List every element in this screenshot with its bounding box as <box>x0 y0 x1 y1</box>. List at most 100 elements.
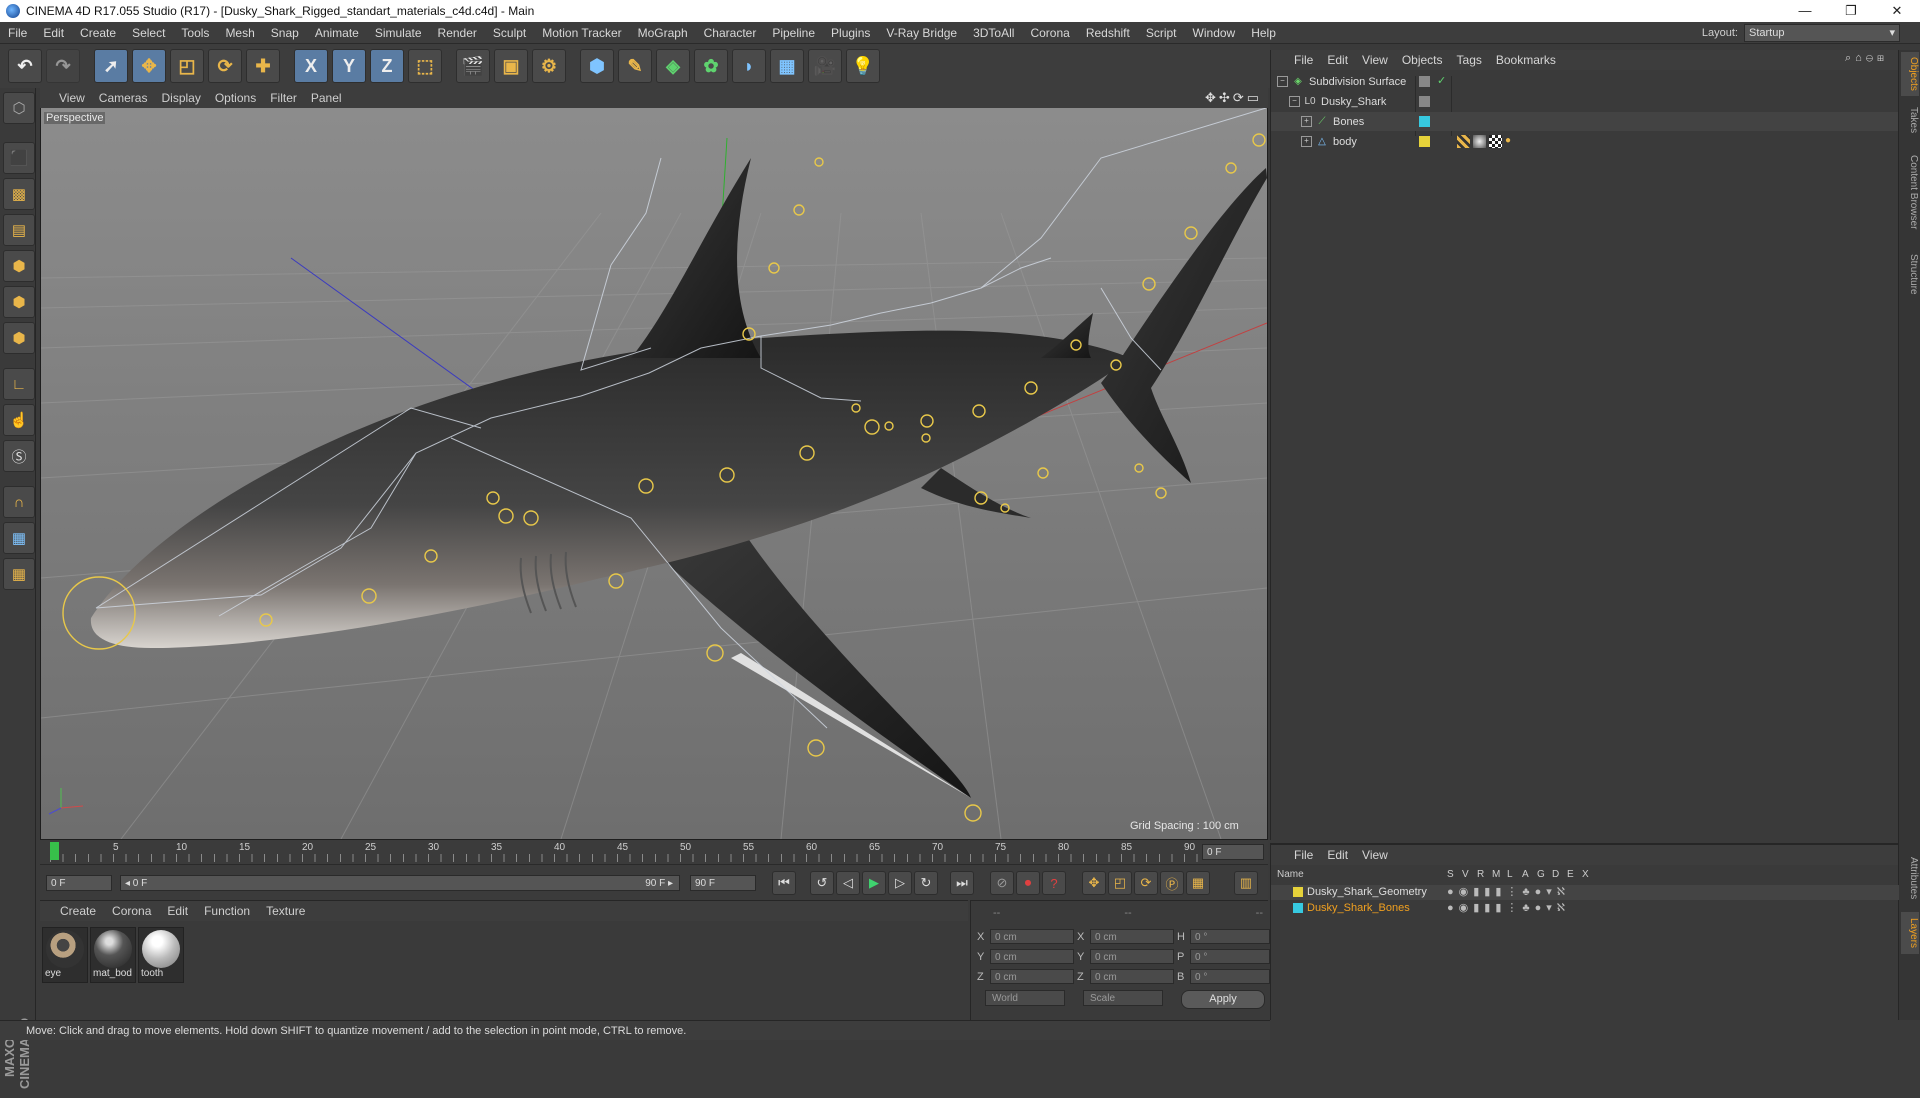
objects-menu-file[interactable]: File <box>1287 53 1320 67</box>
menu-file[interactable]: File <box>0 22 35 44</box>
menu-redshift[interactable]: Redshift <box>1078 22 1138 44</box>
coordinate-system-icon[interactable]: ⬚ <box>408 49 442 83</box>
deformer-icon[interactable]: ◗ <box>732 49 766 83</box>
go-to-next-key-icon[interactable]: ↻ <box>914 871 938 895</box>
objects-menu-bookmarks[interactable]: Bookmarks <box>1489 53 1563 67</box>
object-manager-search-icon[interactable]: ⌕⌂⊖⊞ <box>1845 52 1888 65</box>
layer-checkbox[interactable] <box>1419 96 1430 107</box>
viewport-scene[interactable] <box>41 108 1267 839</box>
layout-dropdown[interactable]: Startup <box>1744 24 1900 42</box>
position-x-field[interactable]: 0 cm <box>990 929 1074 944</box>
lock-workplane-icon[interactable]: ▦ <box>3 522 35 554</box>
object-row-bones[interactable]: + ⟋ Bones <box>1271 112 1920 131</box>
menu-animate[interactable]: Animate <box>307 22 367 44</box>
render-view-icon[interactable]: 🎬 <box>456 49 490 83</box>
menu-mograph[interactable]: MoGraph <box>630 22 696 44</box>
layer-flags-icons[interactable]: ●◉▮▮▮⋮♣●▾ℵ <box>1447 901 1570 914</box>
material-swatch-body[interactable]: mat_bod <box>90 927 136 983</box>
make-editable-icon[interactable]: ⬡ <box>3 92 35 124</box>
menu-edit[interactable]: Edit <box>35 22 72 44</box>
layer-color-swatch[interactable] <box>1293 887 1303 897</box>
size-z-field[interactable]: 0 cm <box>1090 969 1174 984</box>
key-position-icon[interactable]: ✥ <box>1082 871 1106 895</box>
polygons-mode-icon[interactable]: ⬢ <box>3 322 35 354</box>
current-frame-field[interactable]: 0 F <box>1202 844 1264 860</box>
timeline-window-icon[interactable]: ▥ <box>1234 871 1258 895</box>
material-tag-icon[interactable] <box>1473 135 1486 148</box>
cloner-icon[interactable]: ✿ <box>694 49 728 83</box>
menu-render[interactable]: Render <box>430 22 485 44</box>
tweak-mode-icon[interactable]: ☝ <box>3 404 35 436</box>
render-picture-viewer-icon[interactable]: ▣ <box>494 49 528 83</box>
apply-button[interactable]: Apply <box>1181 990 1265 1009</box>
expand-toggle[interactable]: + <box>1301 136 1312 147</box>
objects-menu-edit[interactable]: Edit <box>1320 53 1355 67</box>
light-icon[interactable]: 💡 <box>846 49 880 83</box>
live-selection-icon[interactable]: ➚ <box>94 49 128 83</box>
texture-mode-icon[interactable]: ▩ <box>3 178 35 210</box>
menu-character[interactable]: Character <box>696 22 765 44</box>
start-frame-field[interactable]: 0 F <box>46 875 112 891</box>
undo-icon[interactable]: ↶ <box>8 49 42 83</box>
viewport-menu-display[interactable]: Display <box>154 91 207 105</box>
key-parameter-icon[interactable]: Ⓟ <box>1160 871 1184 895</box>
scale-dropdown[interactable]: Scale <box>1083 990 1163 1006</box>
end-frame-field[interactable]: 90 F <box>690 875 756 891</box>
skin-tag-icon[interactable]: ● <box>1505 135 1518 148</box>
scale-icon[interactable]: ◰ <box>170 49 204 83</box>
edges-mode-icon[interactable]: ⬢ <box>3 286 35 318</box>
texture-tag-icon[interactable] <box>1489 135 1502 148</box>
maximize-button[interactable]: ❐ <box>1828 0 1874 22</box>
camera-icon[interactable]: 🎥 <box>808 49 842 83</box>
menu-mesh[interactable]: Mesh <box>217 22 262 44</box>
expand-toggle[interactable]: + <box>1301 116 1312 127</box>
keyframe-selection-icon[interactable]: ? <box>1042 871 1066 895</box>
layers-menu-edit[interactable]: Edit <box>1320 848 1355 862</box>
menu-vray-bridge[interactable]: V-Ray Bridge <box>878 22 965 44</box>
collapse-toggle[interactable]: − <box>1277 76 1288 87</box>
material-menu-corona[interactable]: Corona <box>104 904 159 918</box>
enabled-check-icon[interactable]: ✓ <box>1437 74 1446 87</box>
layer-row-geometry[interactable]: Dusky_Shark_Geometry ●◉▮▮▮⋮♣●▾ℵ <box>1271 885 1899 900</box>
menu-3dtoall[interactable]: 3DToAll <box>965 22 1022 44</box>
record-active-icon[interactable]: ⊘ <box>990 871 1014 895</box>
viewport-menu-view[interactable]: View <box>52 91 92 105</box>
key-scale-icon[interactable]: ◰ <box>1108 871 1132 895</box>
viewport-menu-panel[interactable]: Panel <box>304 91 349 105</box>
viewport-menu-options[interactable]: Options <box>208 91 263 105</box>
size-y-field[interactable]: 0 cm <box>1090 949 1174 964</box>
menu-select[interactable]: Select <box>124 22 173 44</box>
layer-checkbox[interactable] <box>1419 76 1430 87</box>
playhead[interactable] <box>50 842 59 860</box>
go-to-end-icon[interactable]: ⏭ <box>950 871 974 895</box>
layer-flags-icons[interactable]: ●◉▮▮▮⋮♣●▾ℵ <box>1447 885 1570 898</box>
position-y-field[interactable]: 0 cm <box>990 949 1074 964</box>
rotation-p-field[interactable]: 0 ° <box>1190 949 1270 964</box>
planar-workplane-icon[interactable]: ▦ <box>3 558 35 590</box>
autokey-icon[interactable]: ⏺ <box>1016 871 1040 895</box>
material-swatch-eye[interactable]: eye <box>42 927 88 983</box>
layer-color-swatch[interactable] <box>1419 116 1430 127</box>
material-menu-create[interactable]: Create <box>52 904 104 918</box>
workplane-mode-icon[interactable]: ▤ <box>3 214 35 246</box>
timeline-ruler[interactable]: 0 5 10 15 20 25 30 35 40 45 50 55 60 65 … <box>40 840 1268 864</box>
frame-range-slider[interactable]: ◂ 0 F 90 F ▸ <box>120 875 680 891</box>
layer-color-swatch[interactable] <box>1293 903 1303 913</box>
menu-script[interactable]: Script <box>1138 22 1185 44</box>
menu-motion-tracker[interactable]: Motion Tracker <box>534 22 629 44</box>
viewport-menu-filter[interactable]: Filter <box>263 91 304 105</box>
viewport-menu-cameras[interactable]: Cameras <box>92 91 155 105</box>
z-axis-icon[interactable]: Z <box>370 49 404 83</box>
magnet-icon[interactable]: ∩ <box>3 486 35 518</box>
step-back-icon[interactable]: ◁ <box>836 871 860 895</box>
position-z-field[interactable]: 0 cm <box>990 969 1074 984</box>
layers-menu-file[interactable]: File <box>1287 848 1320 862</box>
tab-structure[interactable]: Structure <box>1901 246 1919 302</box>
material-menu-texture[interactable]: Texture <box>258 904 313 918</box>
floor-icon[interactable]: ▦ <box>770 49 804 83</box>
menu-help[interactable]: Help <box>1243 22 1284 44</box>
menu-window[interactable]: Window <box>1185 22 1244 44</box>
objects-menu-view[interactable]: View <box>1355 53 1395 67</box>
pen-icon[interactable]: ✎ <box>618 49 652 83</box>
weight-tag-icon[interactable] <box>1457 135 1470 148</box>
